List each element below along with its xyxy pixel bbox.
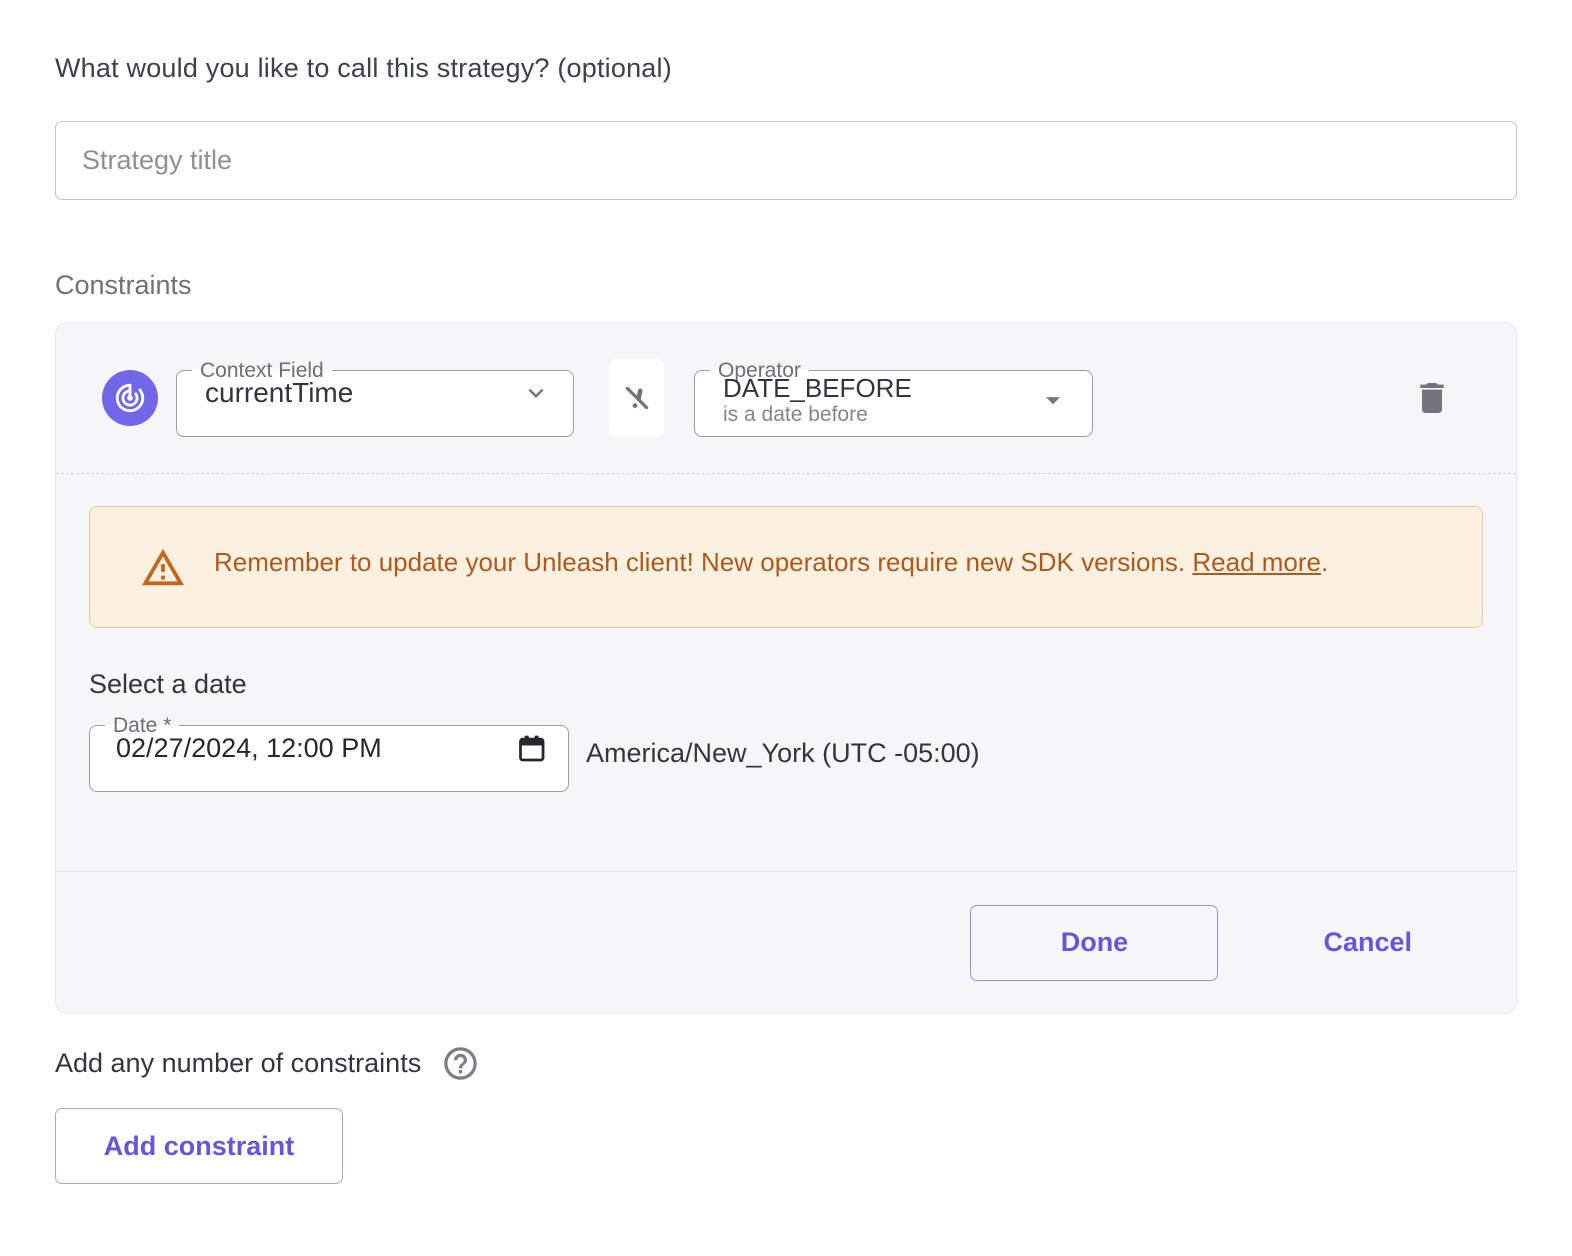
operator-select[interactable]: Operator DATE_BEFORE is a date before (694, 360, 1093, 437)
help-question-icon (441, 1044, 480, 1083)
warning-triangle-icon (140, 545, 186, 591)
constraint-icon-badge (102, 370, 158, 426)
operator-description: is a date before (723, 403, 912, 427)
context-field-select[interactable]: Context Field currentTime (176, 360, 574, 437)
constraint-card-header: Context Field currentTime (56, 323, 1516, 474)
timezone-label: America/New_York (UTC -05:00) (586, 738, 980, 769)
negate-constraint-toggle[interactable] (609, 359, 664, 437)
constraint-card: Context Field currentTime (55, 322, 1517, 1014)
date-row: Date * (89, 715, 1483, 871)
done-button[interactable]: Done (970, 905, 1218, 981)
date-picker-button[interactable] (515, 732, 548, 765)
strategy-constraints-form: What would you like to call this strateg… (0, 0, 1572, 1184)
read-more-link[interactable]: Read more (1192, 547, 1321, 577)
trash-icon (1412, 378, 1452, 418)
slashed-exclamation-icon (621, 382, 653, 414)
sdk-warning-text: Remember to update your Unleash client! … (214, 543, 1328, 582)
add-constraints-hint: Add any number of constraints (55, 1048, 421, 1079)
arrow-drop-down-icon (1036, 383, 1070, 417)
calendar-icon (515, 732, 548, 765)
track-changes-icon (113, 381, 147, 415)
add-constraints-hint-row: Add any number of constraints (55, 1044, 1517, 1083)
sdk-warning-alert: Remember to update your Unleash client! … (89, 506, 1483, 628)
strategy-name-question: What would you like to call this strateg… (55, 53, 1517, 84)
operator-value: DATE_BEFORE (723, 374, 912, 403)
constraint-card-footer: Done Cancel (56, 871, 1516, 1013)
strategy-title-input[interactable] (55, 121, 1517, 200)
delete-constraint-button[interactable] (1406, 372, 1458, 424)
context-field-value: currentTime (205, 377, 353, 409)
chevron-down-icon (521, 378, 551, 408)
cancel-button[interactable]: Cancel (1323, 927, 1412, 958)
constraints-section-label: Constraints (55, 270, 1517, 301)
constraint-card-body: Remember to update your Unleash client! … (56, 474, 1516, 871)
date-input[interactable] (116, 733, 466, 764)
add-constraint-button[interactable]: Add constraint (55, 1108, 343, 1184)
select-date-heading: Select a date (89, 669, 1483, 700)
constraints-help-button[interactable] (441, 1044, 480, 1083)
warning-suffix: . (1321, 547, 1328, 577)
warning-message: Remember to update your Unleash client! … (214, 547, 1185, 577)
date-field[interactable]: Date * (89, 715, 569, 792)
